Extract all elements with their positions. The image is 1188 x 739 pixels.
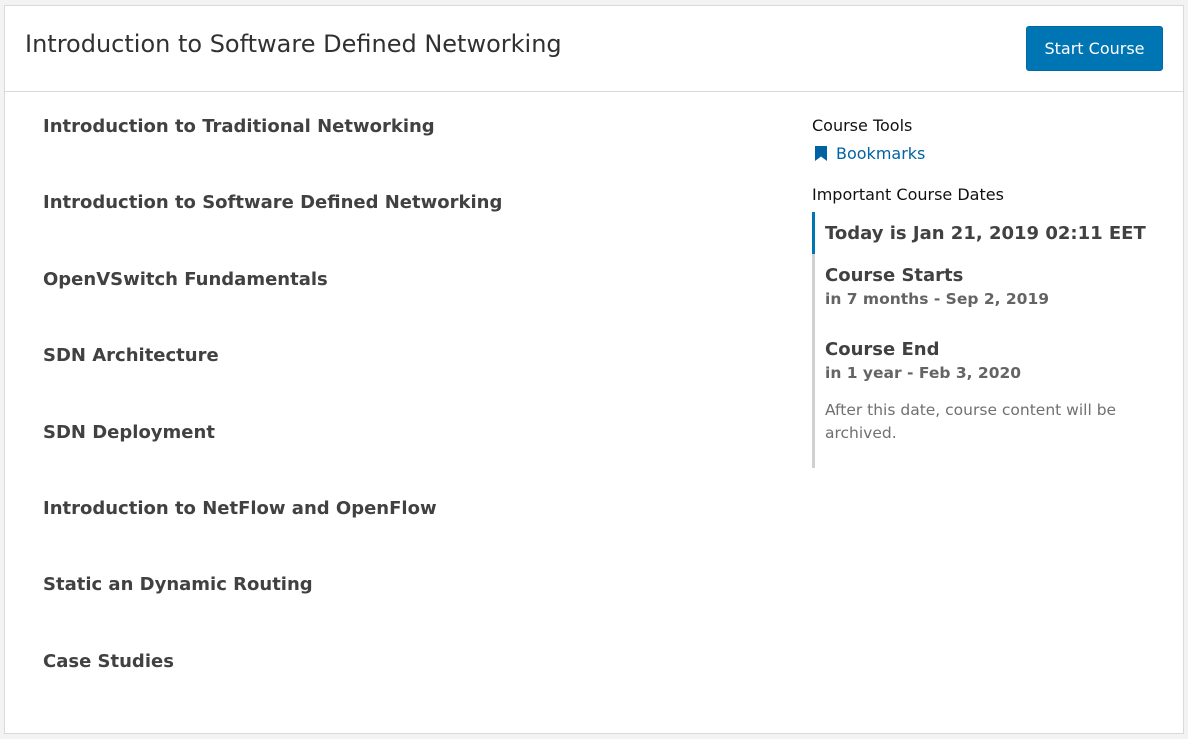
course-starts-entry: Course Starts in 7 months - Sep 2, 2019: [812, 254, 1152, 328]
course-end-title: Course End: [825, 339, 940, 360]
section-item-openvswitch[interactable]: OpenVSwitch Fundamentals: [43, 269, 743, 345]
course-tools-title: Course Tools: [812, 116, 913, 135]
course-home-card: Introduction to Software Defined Network…: [4, 5, 1184, 734]
course-end-entry: Course End in 1 year - Feb 3, 2020 After…: [812, 328, 1152, 468]
today-date: Today is Jan 21, 2019 02:11 EET: [812, 212, 1152, 254]
course-end-description: After this date, course content will be …: [825, 401, 1117, 442]
start-course-button[interactable]: Start Course: [1026, 26, 1163, 71]
course-sidebar: Course Tools Bookmarks Important Course …: [812, 116, 1152, 468]
section-item-traditional-networking[interactable]: Introduction to Traditional Networking: [43, 116, 743, 192]
bookmarks-link[interactable]: Bookmarks: [812, 144, 1152, 163]
section-item-case-studies[interactable]: Case Studies: [43, 651, 743, 727]
section-item-netflow-openflow[interactable]: Introduction to NetFlow and OpenFlow: [43, 498, 743, 574]
course-title: Introduction to Software Defined Network…: [25, 30, 562, 58]
section-item-sdn-intro[interactable]: Introduction to Software Defined Network…: [43, 192, 743, 268]
important-dates-title: Important Course Dates: [812, 185, 1004, 204]
section-item-sdn-deployment[interactable]: SDN Deployment: [43, 422, 743, 498]
course-end-date: in 1 year - Feb 3, 2020: [825, 364, 1022, 382]
section-item-sdn-architecture[interactable]: SDN Architecture: [43, 345, 743, 421]
bookmarks-label: Bookmarks: [836, 144, 926, 163]
course-outline: Introduction to Traditional Networking I…: [43, 116, 743, 727]
course-header: Introduction to Software Defined Network…: [5, 6, 1183, 92]
bookmark-icon: [815, 146, 827, 161]
dates-list: Today is Jan 21, 2019 02:11 EET Course S…: [812, 212, 1152, 468]
course-starts-date: in 7 months - Sep 2, 2019: [825, 290, 1050, 308]
section-item-routing[interactable]: Static an Dynamic Routing: [43, 574, 743, 650]
course-starts-title: Course Starts: [825, 265, 964, 286]
